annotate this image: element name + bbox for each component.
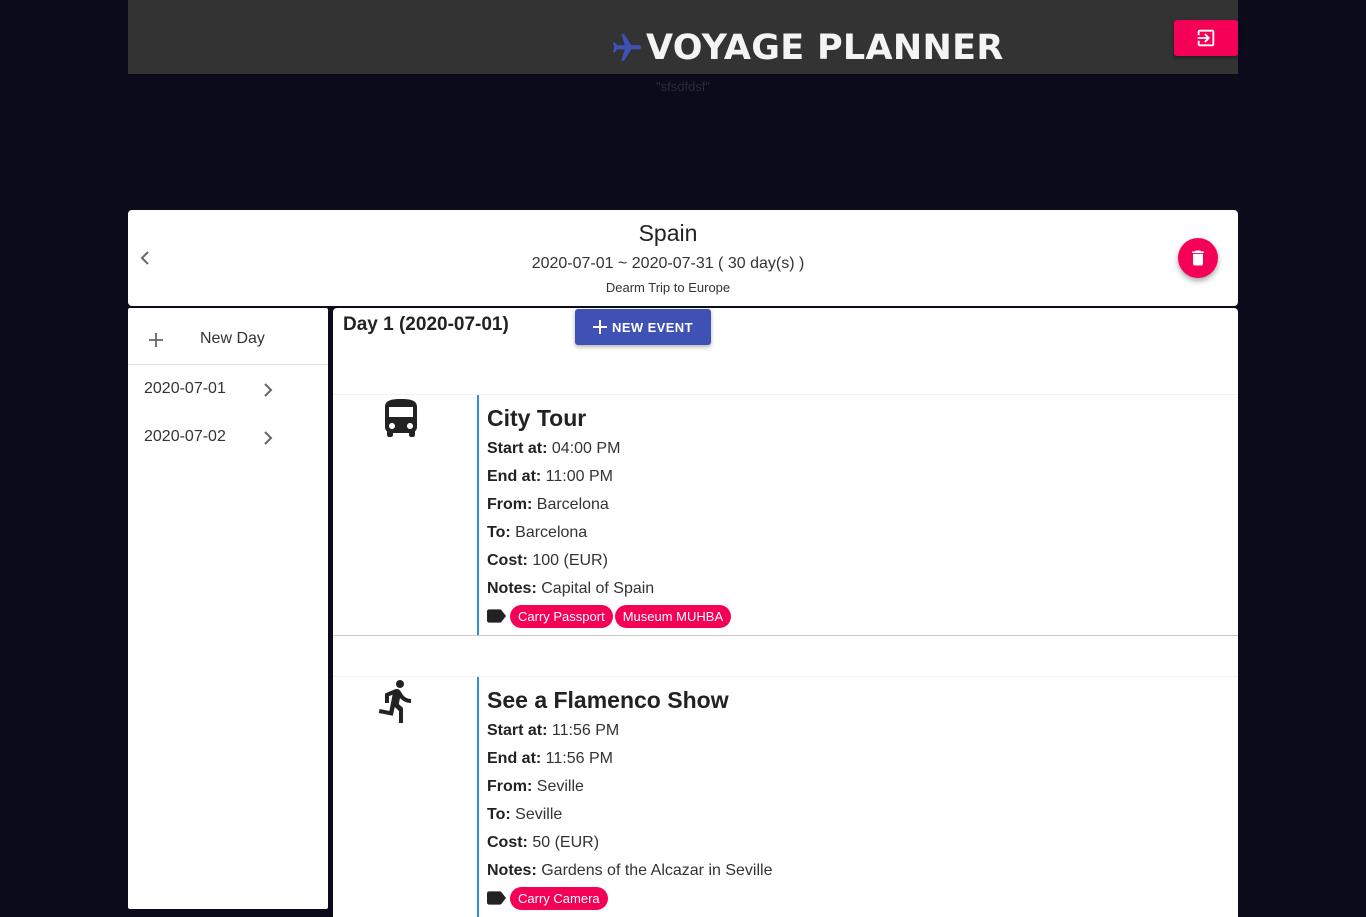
field-value: 11:56 PM bbox=[551, 722, 620, 739]
field-label: End at: bbox=[487, 468, 542, 485]
field-value: 100 (EUR) bbox=[532, 552, 608, 569]
exit-to-app-icon bbox=[1197, 29, 1215, 47]
event-from: From: Barcelona bbox=[487, 491, 1227, 519]
event-details: City Tour Start at: 04:00 PM End at: 11:… bbox=[477, 395, 1227, 635]
sidebar-day-item[interactable]: 2020-07-01 bbox=[128, 365, 328, 413]
airplane-icon bbox=[612, 33, 642, 61]
field-value: 11:00 PM bbox=[545, 468, 613, 485]
field-label: To: bbox=[487, 806, 511, 823]
event-details: See a Flamenco Show Start at: 11:56 PM E… bbox=[477, 677, 1227, 917]
event-from: From: Seville bbox=[487, 773, 1227, 801]
field-label: To: bbox=[487, 524, 511, 541]
label-icon bbox=[487, 891, 506, 905]
new-event-button[interactable]: NEW EVENT bbox=[575, 309, 711, 345]
event-start: Start at: 04:00 PM bbox=[487, 435, 1227, 463]
tag-chip[interactable]: Carry Passport bbox=[510, 604, 613, 628]
trip-name: Spain bbox=[638, 220, 698, 246]
trip-dates: 2020-07-01 ~ 2020-07-31 ( 30 day(s) ) bbox=[531, 255, 805, 272]
tag-chip[interactable]: Museum MUHBA bbox=[614, 604, 732, 628]
chevron-right-icon bbox=[264, 431, 273, 445]
field-value: Barcelona bbox=[515, 524, 588, 541]
running-person-icon bbox=[378, 679, 411, 723]
trash-icon bbox=[1192, 250, 1204, 266]
field-label: From: bbox=[487, 778, 533, 795]
field-value: 04:00 PM bbox=[551, 440, 621, 457]
trip-summary-card: Spain 2020-07-01 ~ 2020-07-31 ( 30 day(s… bbox=[128, 210, 1238, 306]
event-end: End at: 11:56 PM bbox=[487, 745, 1227, 773]
event-card[interactable]: See a Flamenco Show Start at: 11:56 PM E… bbox=[333, 676, 1238, 917]
chevron-right-icon bbox=[264, 383, 273, 397]
day-label: 2020-07-02 bbox=[144, 428, 226, 445]
brand: VOYAGE PLANNER bbox=[610, 28, 1004, 68]
bus-icon bbox=[385, 399, 417, 437]
field-value: 50 (EUR) bbox=[532, 834, 600, 851]
event-notes: Notes: Capital of Spain bbox=[487, 575, 1227, 603]
day-title: Day 1 (2020-07-01) bbox=[343, 314, 509, 335]
event-cost: Cost: 50 (EUR) bbox=[487, 829, 1227, 857]
event-tags: Carry Camera bbox=[487, 885, 1227, 911]
plus-icon bbox=[593, 320, 608, 334]
event-tags: Carry Passport Museum MUHBA bbox=[487, 603, 1227, 629]
field-label: Cost: bbox=[487, 552, 528, 569]
field-value: Capital of Spain bbox=[541, 580, 655, 597]
field-label: From: bbox=[487, 496, 533, 513]
app-header: VOYAGE PLANNER bbox=[128, 0, 1238, 74]
trip-description: Dearm Trip to Europe bbox=[605, 280, 731, 295]
tag-chip[interactable]: Carry Camera bbox=[510, 886, 608, 910]
new-day-label: New Day bbox=[200, 330, 265, 347]
field-label: Notes: bbox=[487, 862, 537, 879]
event-to: To: Barcelona bbox=[487, 519, 1227, 547]
event-start: Start at: 11:56 PM bbox=[487, 717, 1227, 745]
event-end: End at: 11:00 PM bbox=[487, 463, 1227, 491]
logout-button[interactable] bbox=[1174, 20, 1238, 56]
field-label: Cost: bbox=[487, 834, 528, 851]
day-events-panel: Day 1 (2020-07-01) NEW EVENT City Tour S… bbox=[333, 308, 1238, 917]
event-title: City Tour bbox=[487, 405, 587, 431]
field-value: Seville bbox=[515, 806, 563, 823]
field-value: 11:56 PM bbox=[545, 750, 613, 767]
field-label: Start at: bbox=[487, 440, 548, 457]
field-value: Barcelona bbox=[536, 496, 609, 513]
sidebar-day-item[interactable]: 2020-07-02 bbox=[128, 413, 328, 461]
new-event-label: NEW EVENT bbox=[612, 319, 693, 335]
app-title: VOYAGE PLANNER bbox=[646, 28, 1004, 68]
day-label: 2020-07-01 bbox=[144, 380, 226, 397]
field-label: End at: bbox=[487, 750, 542, 767]
delete-trip-button[interactable] bbox=[1178, 238, 1218, 278]
plus-icon bbox=[149, 333, 163, 347]
field-value: Seville bbox=[536, 778, 584, 795]
event-cost: Cost: 100 (EUR) bbox=[487, 547, 1227, 575]
event-title: See a Flamenco Show bbox=[487, 687, 729, 713]
days-sidebar: New Day 2020-07-01 2020-07-02 bbox=[128, 308, 328, 909]
field-label: Notes: bbox=[487, 580, 537, 597]
field-value: Gardens of the Alcazar in Seville bbox=[541, 862, 773, 879]
event-notes: Notes: Gardens of the Alcazar in Seville bbox=[487, 857, 1227, 885]
label-icon bbox=[487, 609, 506, 623]
new-day-button[interactable]: New Day bbox=[128, 308, 328, 365]
header-subtitle: "sfsdfdsf" bbox=[655, 79, 711, 94]
event-to: To: Seville bbox=[487, 801, 1227, 829]
field-label: Start at: bbox=[487, 722, 548, 739]
event-card[interactable]: City Tour Start at: 04:00 PM End at: 11:… bbox=[333, 394, 1238, 636]
